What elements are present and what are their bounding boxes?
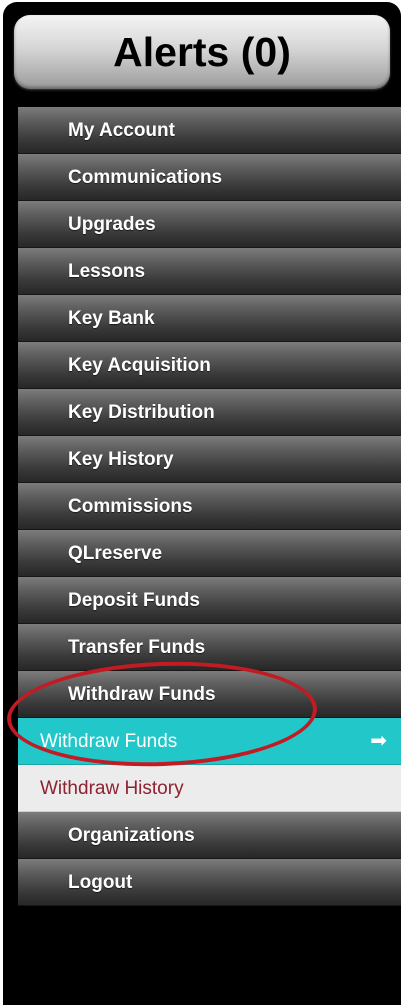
sidebar-panel: Alerts (0) My Account Communications Upg… <box>3 2 401 1005</box>
menu-item-deposit-funds[interactable]: Deposit Funds <box>18 577 401 624</box>
menu-item-qlreserve[interactable]: QLreserve <box>18 530 401 577</box>
menu-item-key-bank[interactable]: Key Bank <box>18 295 401 342</box>
menu-item-communications[interactable]: Communications <box>18 154 401 201</box>
screenshot-frame: Alerts (0) My Account Communications Upg… <box>0 0 403 1005</box>
menu-item-lessons[interactable]: Lessons <box>18 248 401 295</box>
menu-item-withdraw-funds[interactable]: Withdraw Funds <box>18 671 401 718</box>
submenu-item-withdraw-funds-active[interactable]: Withdraw Funds ➡ <box>18 718 401 765</box>
menu-item-key-history[interactable]: Key History <box>18 436 401 483</box>
submenu-item-label: Withdraw Funds <box>40 731 178 752</box>
alerts-button[interactable]: Alerts (0) <box>14 15 390 89</box>
menu-item-transfer-funds[interactable]: Transfer Funds <box>18 624 401 671</box>
menu-item-upgrades[interactable]: Upgrades <box>18 201 401 248</box>
menu-item-logout[interactable]: Logout <box>18 859 401 906</box>
menu-item-commissions[interactable]: Commissions <box>18 483 401 530</box>
submenu-item-withdraw-history[interactable]: Withdraw History <box>18 765 401 812</box>
menu-item-organizations[interactable]: Organizations <box>18 812 401 859</box>
sidebar-menu: My Account Communications Upgrades Lesso… <box>18 107 401 906</box>
menu-item-key-distribution[interactable]: Key Distribution <box>18 389 401 436</box>
menu-item-key-acquisition[interactable]: Key Acquisition <box>18 342 401 389</box>
arrow-right-icon: ➡ <box>370 730 387 752</box>
menu-item-my-account[interactable]: My Account <box>18 107 401 154</box>
